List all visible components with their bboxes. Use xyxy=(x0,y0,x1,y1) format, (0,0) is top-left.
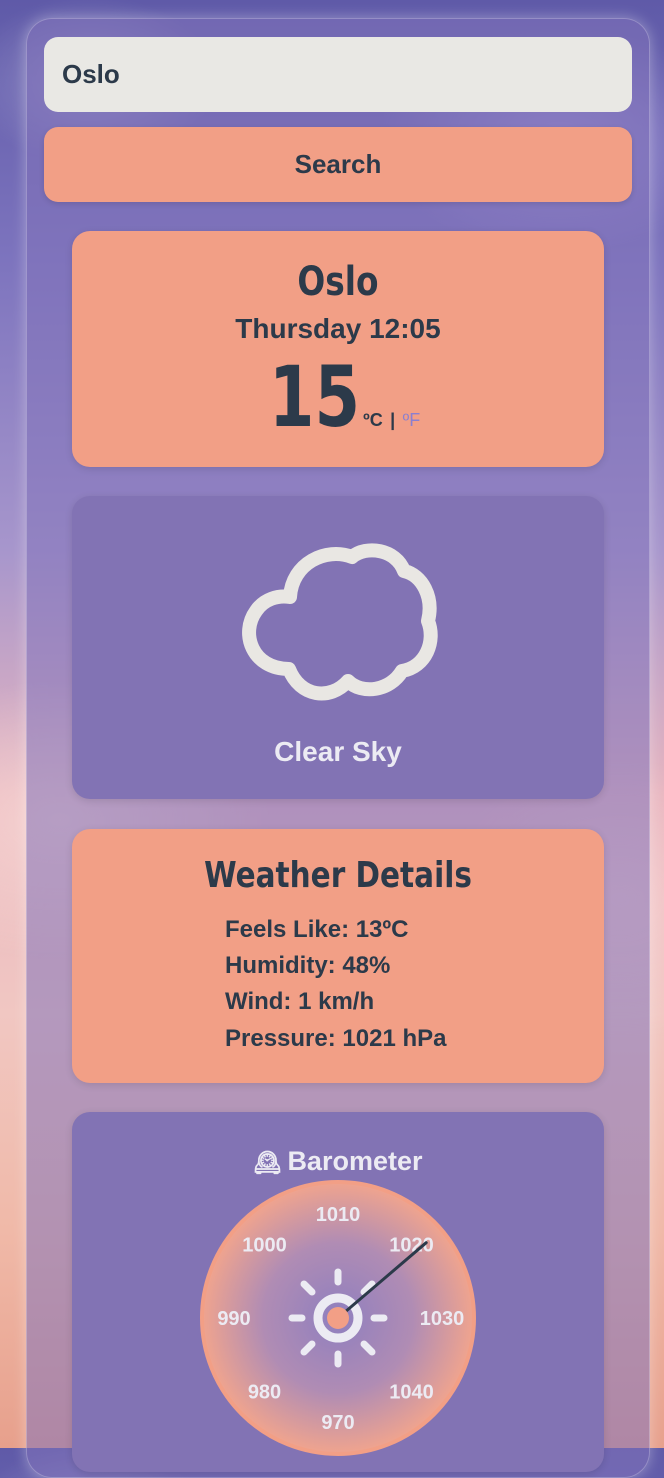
temperature-value: 15 xyxy=(268,348,360,446)
date-time: Thursday 12:05 xyxy=(235,313,441,344)
needle-hub xyxy=(327,1307,349,1329)
barometer-title-row: 🕰 Barometer xyxy=(72,1146,604,1177)
current-weather-card: Oslo Thursday 12:05 15 ºC | ºF xyxy=(72,231,604,467)
weather-details-card: Weather Details Feels Like: 13ºC Humidit… xyxy=(72,829,604,1083)
scale-label-1020: 1020 xyxy=(389,1235,434,1257)
city-name: Oslo xyxy=(297,259,379,305)
scale-label-1010: 1010 xyxy=(316,1204,361,1226)
temperature-row: 15 ºC | ºF xyxy=(72,355,604,439)
condition-card: Clear Sky xyxy=(72,496,604,799)
scale-label-1040: 1040 xyxy=(389,1382,434,1404)
barometer-card: 🕰 Barometer 1010 1000 1020 990 1030 980 1040 970 xyxy=(72,1112,604,1472)
feels-like: Feels Like: 13ºC xyxy=(225,916,409,943)
wind: Wind: 1 km/h xyxy=(225,988,375,1015)
mantelpiece-clock-icon: 🕰 xyxy=(253,1150,282,1175)
scale-label-980: 980 xyxy=(248,1382,281,1404)
cloud-icon xyxy=(242,543,438,701)
unit-separator: | xyxy=(390,410,396,430)
scale-label-990: 990 xyxy=(217,1308,250,1330)
barometer-dial: 1010 1000 1020 990 1030 980 1040 970 xyxy=(200,1180,476,1456)
scale-label-970: 970 xyxy=(321,1412,354,1434)
fahrenheit-toggle[interactable]: ºF xyxy=(403,410,421,430)
search-input[interactable] xyxy=(44,37,632,112)
celsius-toggle[interactable]: ºC xyxy=(363,410,383,430)
scale-label-1000: 1000 xyxy=(242,1235,287,1257)
condition-label: Clear Sky xyxy=(274,736,402,767)
search-button[interactable]: Search xyxy=(44,127,632,202)
barometer-title: Barometer xyxy=(287,1146,423,1176)
scale-label-1030: 1030 xyxy=(420,1308,465,1330)
humidity: Humidity: 48% xyxy=(225,952,391,979)
details-title: Weather Details xyxy=(204,855,472,896)
pressure: Pressure: 1021 hPa xyxy=(225,1025,447,1052)
